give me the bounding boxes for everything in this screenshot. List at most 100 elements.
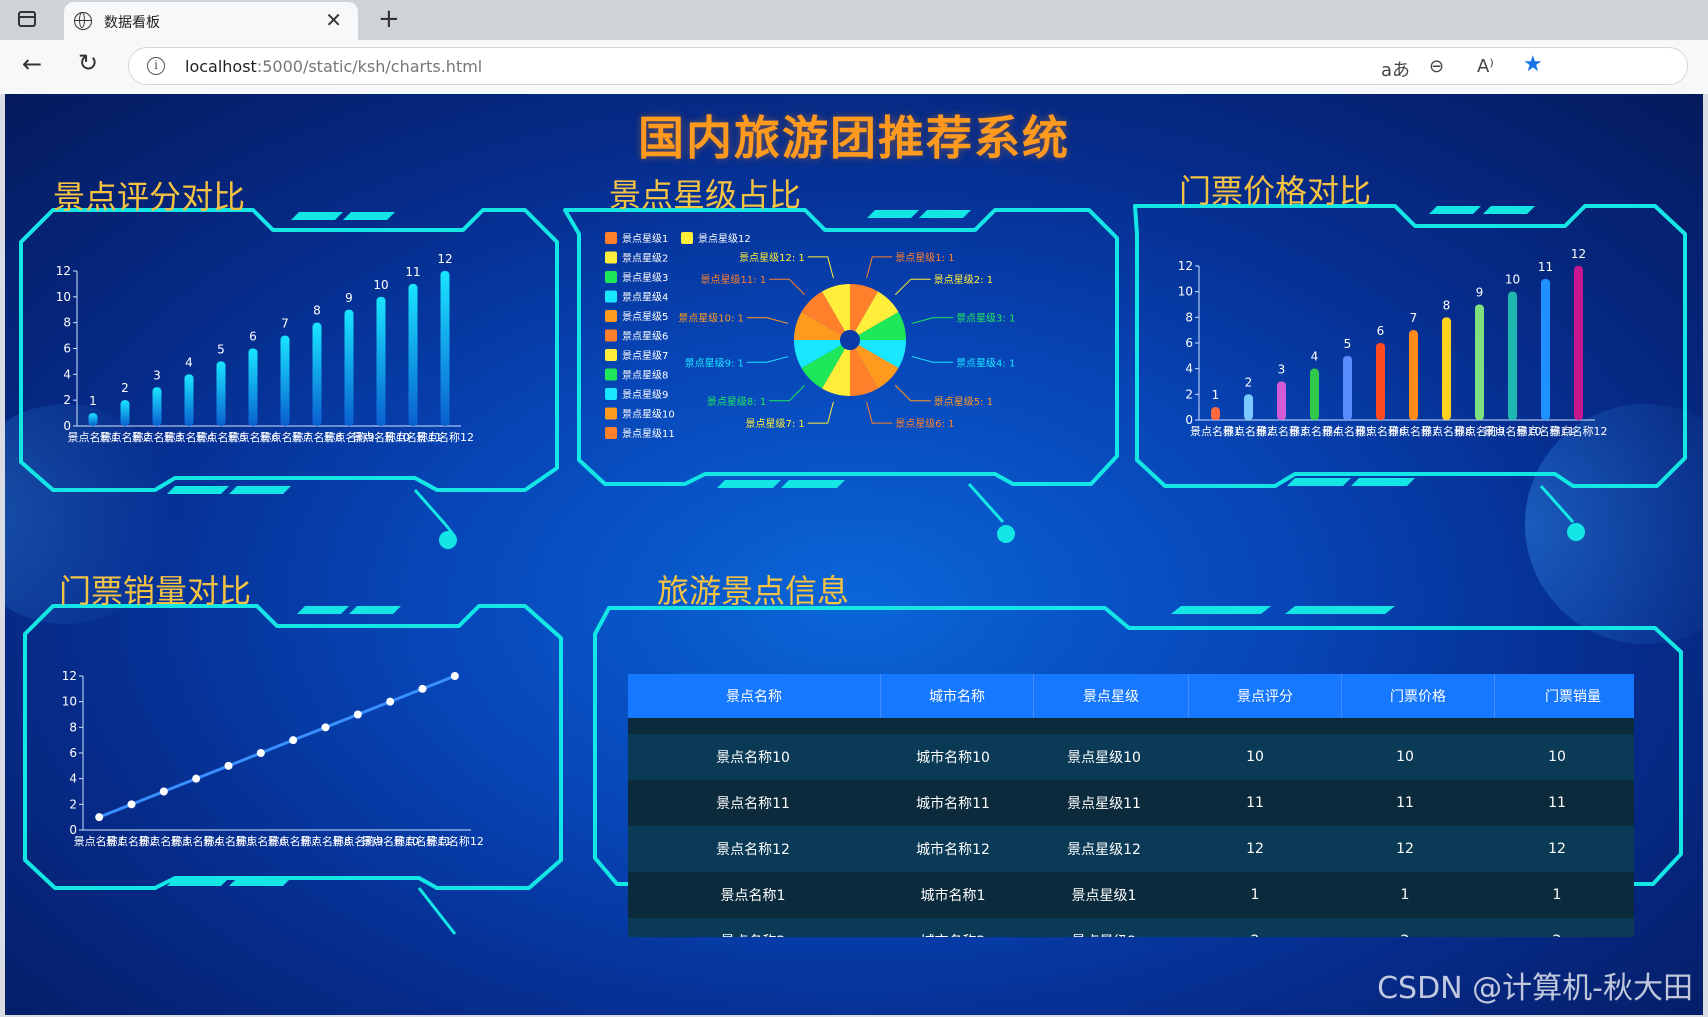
y-tick-label: 12 xyxy=(62,669,77,683)
legend-label: 景点星级10 xyxy=(622,409,675,421)
pie-slice-label: 景点星级7: 1 xyxy=(745,418,804,430)
price-bar xyxy=(1508,291,1517,420)
y-tick-label: 6 xyxy=(69,746,77,760)
price-bar-label: 10 xyxy=(1505,273,1520,287)
table-row[interactable]: 景点名称11 城市名称11 景点星级11 11 11 11 xyxy=(628,780,1634,826)
pie-label-line xyxy=(911,317,954,324)
table-cell: 景点名称12 xyxy=(628,826,878,872)
price-bar xyxy=(1409,330,1418,420)
pie-label-line xyxy=(894,278,931,296)
favorite-star-icon[interactable]: ★ xyxy=(1523,52,1543,77)
table-cell: 景点名称9 xyxy=(628,718,878,734)
score-bar xyxy=(216,361,226,426)
legend-label: 景点星级7 xyxy=(622,350,668,362)
new-tab-button[interactable]: + xyxy=(378,4,400,34)
table-row[interactable]: 景点名称1 城市名称1 景点星级1 1 1 1 xyxy=(628,872,1634,918)
connector-dot xyxy=(1567,523,1585,541)
table-cell: 景点星级10 xyxy=(1028,734,1180,780)
col-header[interactable]: 景点名称 xyxy=(628,674,881,718)
table-cell: 城市名称11 xyxy=(878,780,1028,826)
pie-label-line xyxy=(911,356,954,363)
attraction-table[interactable]: 景点名称 城市名称 景点星级 景点评分 门票价格 门票销量 景点名称9城市名称9… xyxy=(628,674,1634,937)
col-header[interactable]: 城市名称 xyxy=(880,674,1034,718)
score-bar xyxy=(280,335,290,426)
pie-label-line xyxy=(769,278,806,296)
browser-toolbar: ← ↻ i localhost:5000/static/ksh/charts.h… xyxy=(0,40,1708,94)
read-aloud-icon[interactable]: A⁾ xyxy=(1477,56,1494,77)
table-body-scroll[interactable]: 景点名称9城市名称9景点星级9999景点名称10城市名称10景点星级101010… xyxy=(628,718,1634,937)
browser-tab[interactable]: 数据看板 ✕ xyxy=(64,2,358,40)
sales-line-chart: 024681012景点名称1景点名称2景点名称3景点名称4景点名称5景点名称6景… xyxy=(62,669,484,848)
pie-slice-label: 景点星级9: 1 xyxy=(685,357,744,369)
y-tick-label: 2 xyxy=(63,393,71,407)
pie-slice-label: 景点星级3: 1 xyxy=(956,313,1015,325)
score-bar xyxy=(408,283,418,426)
window-menu-icon[interactable] xyxy=(18,11,36,27)
pie-slice-label: 景点星级1: 1 xyxy=(895,252,954,264)
price-bar xyxy=(1211,407,1220,420)
pie-slice-label: 景点星级8: 1 xyxy=(707,396,766,408)
table-cell: 2 xyxy=(1330,918,1480,937)
table-cell: 景点星级9 xyxy=(1028,718,1180,734)
table-cell: 12 xyxy=(1330,826,1480,872)
table-row[interactable]: 景点名称2城市名称2景点星级2222 xyxy=(628,918,1634,937)
pie-slice-label: 景点星级12: 1 xyxy=(739,252,805,264)
price-bar xyxy=(1376,343,1385,420)
score-bar xyxy=(312,322,322,426)
table-cell: 2 xyxy=(1180,918,1330,937)
score-bar xyxy=(248,348,258,426)
col-header[interactable]: 门票销量 xyxy=(1494,674,1634,718)
legend-swatch xyxy=(605,310,617,322)
sales-point xyxy=(95,813,104,822)
legend-label: 景点星级5 xyxy=(622,311,668,323)
price-bar-label: 11 xyxy=(1538,260,1553,274)
sales-point xyxy=(450,672,459,680)
legend-label: 景点星级12 xyxy=(698,233,751,245)
legend-label: 景点星级1 xyxy=(622,233,668,245)
table-cell: 景点名称1 xyxy=(628,872,878,918)
globe-icon xyxy=(74,12,92,30)
x-tick-label: 景点名称12 xyxy=(416,430,474,444)
score-bar-label: 3 xyxy=(153,368,161,382)
star-pie-chart: 景点星级1 景点星级2 景点星级3 景点星级4 景点星级5 景点星级6 景点星级7 景点星级8… xyxy=(605,232,1015,440)
translate-icon[interactable]: aあ xyxy=(1381,56,1410,82)
table-cell: 景点名称11 xyxy=(628,780,878,826)
score-bar-chart: 024681012景点名称1景点名称2景点名称3景点名称4景点名称5景点名称6景… xyxy=(56,252,474,444)
site-info-icon[interactable]: i xyxy=(147,57,165,75)
legend-swatch xyxy=(605,368,617,381)
table-row[interactable]: 景点名称10 城市名称10 景点星级10 10 10 10 xyxy=(628,734,1634,780)
table-row[interactable]: 景点名称9城市名称9景点星级9999 xyxy=(628,718,1634,734)
table-cell: 城市名称1 xyxy=(878,872,1028,918)
table-cell: 2 xyxy=(1480,918,1634,937)
price-bar xyxy=(1343,355,1352,420)
score-bar xyxy=(120,400,130,426)
sales-point xyxy=(418,684,427,693)
reload-icon[interactable]: ↻ xyxy=(78,49,98,77)
price-bar xyxy=(1541,278,1550,420)
panel-title-star: 景点星级占比 xyxy=(609,176,802,214)
col-header[interactable]: 门票价格 xyxy=(1341,674,1495,718)
pie-label-line xyxy=(769,384,806,402)
price-bar xyxy=(1310,368,1319,420)
price-bar xyxy=(1574,266,1583,420)
address-bar[interactable]: i localhost:5000/static/ksh/charts.html … xyxy=(128,47,1688,85)
zoom-out-icon[interactable]: ⊖ xyxy=(1429,56,1444,77)
table-cell: 景点星级11 xyxy=(1028,780,1180,826)
close-tab-icon[interactable]: ✕ xyxy=(325,8,342,32)
score-bar-label: 10 xyxy=(373,278,388,292)
table-cell: 景点星级2 xyxy=(1028,918,1180,937)
watermark: CSDN @计算机-秋大田 xyxy=(1377,971,1693,1006)
url-text[interactable]: localhost:5000/static/ksh/charts.html xyxy=(185,57,482,76)
legend-label: 景点星级3 xyxy=(622,272,668,284)
price-bar xyxy=(1442,317,1451,420)
price-bar-label: 2 xyxy=(1245,375,1253,389)
col-header[interactable]: 景点星级 xyxy=(1033,674,1189,718)
table-cell: 10 xyxy=(1330,734,1480,780)
table-cell: 1 xyxy=(1180,872,1330,918)
price-bar xyxy=(1277,381,1286,420)
back-icon[interactable]: ← xyxy=(22,50,42,78)
col-header[interactable]: 景点评分 xyxy=(1188,674,1342,718)
table-row[interactable]: 景点名称12 城市名称12 景点星级12 12 12 12 xyxy=(628,826,1634,872)
table-cell: 10 xyxy=(1180,734,1330,780)
table-cell: 城市名称12 xyxy=(878,826,1028,872)
